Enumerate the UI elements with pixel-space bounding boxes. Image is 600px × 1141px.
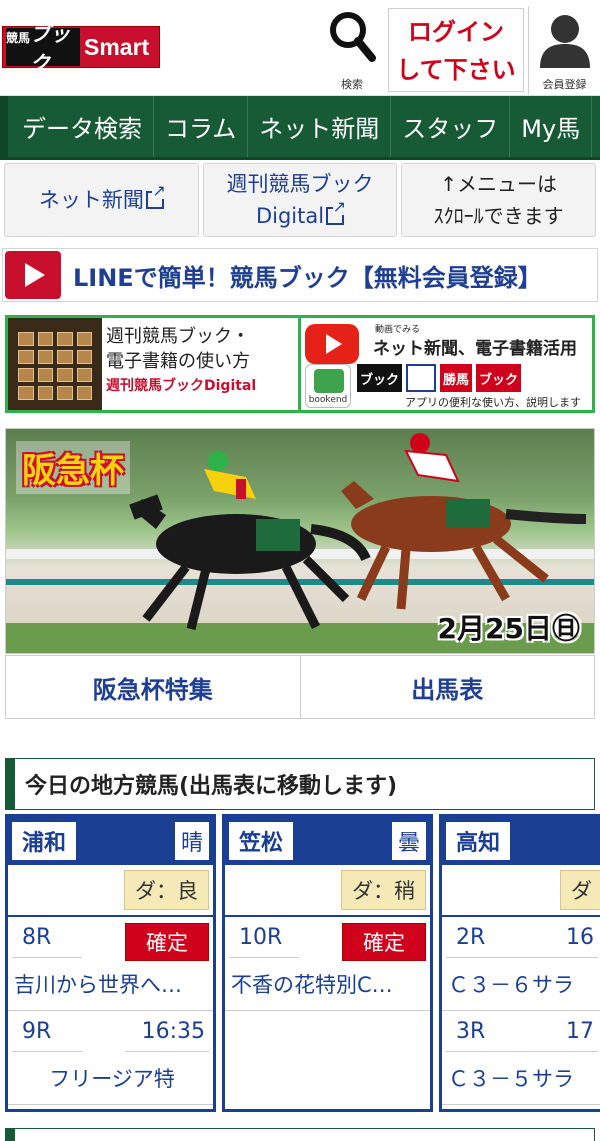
main-nav: データ検索 コラム ネット新聞 スタッフ My馬 bbox=[0, 96, 600, 160]
video-guide-title: ネット新聞、電子書籍活用 bbox=[373, 339, 577, 359]
net-paper-link[interactable]: ネット新聞 bbox=[4, 163, 199, 237]
race-card-link[interactable]: 出馬表 bbox=[300, 656, 594, 718]
weekly-digital-line-1: 週刊競馬ブック bbox=[226, 172, 374, 196]
video-guide-banner[interactable]: 動画でみる ネット新聞、電子書籍活用 bookend ブック 勝馬 ブック アプ… bbox=[301, 315, 595, 413]
ebook-guide-line-1: 週刊競馬ブック・ bbox=[106, 326, 250, 347]
hero-race-title: 阪急杯 bbox=[16, 441, 130, 494]
track-weather: 曇 bbox=[391, 822, 426, 860]
nav-item-staff[interactable]: スタッフ bbox=[391, 96, 511, 157]
race-name: 不香の花特別C… bbox=[231, 973, 393, 997]
race-name: Ｃ３－５サラ bbox=[448, 1067, 574, 1091]
keibabook-smart-logo[interactable]: 競馬 ブック Smart bbox=[2, 22, 160, 75]
menu-note-line-2: ｽｸﾛｰﾙできます bbox=[433, 204, 564, 228]
race-number: 10R bbox=[228, 925, 300, 958]
race-number: 3R bbox=[445, 1019, 517, 1052]
race-number: 8R bbox=[11, 925, 83, 958]
user-icon bbox=[539, 15, 590, 68]
ebook-guide-banner[interactable]: 週刊競馬ブック・ 電子書籍の使い方 週刊競馬ブックDigital bbox=[5, 315, 301, 413]
local-racing-heading: 今日の地方競馬(出馬表に移動します) bbox=[5, 758, 595, 810]
hankyu-hai-special-link[interactable]: 阪急杯特集 bbox=[6, 656, 301, 718]
race-row[interactable]: 8R 確定 吉川から世界へ… bbox=[8, 917, 213, 1011]
track-condition: ダ bbox=[560, 870, 600, 910]
track-card-kochi[interactable]: 高知 ダ 2R 16 Ｃ３－６サラ 3R 17 Ｃ３－５サラ bbox=[439, 814, 600, 1112]
login-button[interactable]: ログイン して下さい bbox=[388, 8, 524, 92]
track-name: 高知 bbox=[446, 822, 511, 860]
race-name: 吉川から世界へ… bbox=[14, 973, 182, 997]
race-row[interactable]: 2R 16 Ｃ３－６サラ bbox=[442, 917, 600, 1011]
track-condition: ダ：稍 bbox=[341, 870, 426, 910]
nav-item-data-search[interactable]: データ検索 bbox=[0, 96, 154, 157]
net-paper-link-label: ネット新聞 bbox=[38, 188, 144, 212]
search-icon bbox=[330, 12, 376, 62]
track-header: 笠松 曇 bbox=[225, 817, 430, 865]
hankyu-hai-hero-image[interactable]: 阪急杯 2月25日㊐ bbox=[5, 428, 595, 654]
track-header: 浦和 晴 bbox=[8, 817, 213, 865]
quick-links: ネット新聞 週刊競馬ブック Digital ↑メニューは ｽｸﾛｰﾙできます bbox=[0, 163, 600, 237]
search-label: 検索 bbox=[341, 78, 363, 91]
track-weather: 晴 bbox=[174, 822, 209, 860]
track-condition-row: ダ：良 bbox=[8, 865, 213, 917]
bookend-app-icon: bookend bbox=[305, 364, 351, 408]
race-name: Ｃ３－６サラ bbox=[448, 973, 574, 997]
hero-race-date: 2月25日㊐ bbox=[437, 612, 580, 645]
ebook-guide-line-2: 電子書籍の使い方 bbox=[106, 351, 250, 372]
race-row[interactable]: 3R 17 Ｃ３－５サラ bbox=[442, 1011, 600, 1105]
track-condition: ダ：良 bbox=[124, 870, 209, 910]
app-logos: ブック 勝馬 ブック bbox=[357, 364, 522, 392]
track-condition-row: ダ bbox=[442, 865, 600, 917]
race-row[interactable]: 9R 16:35 フリージア特 bbox=[8, 1011, 213, 1105]
race-time: 17 bbox=[514, 1019, 598, 1052]
nav-item-my-horse[interactable]: My馬 bbox=[510, 96, 593, 157]
weekly-digital-link[interactable]: 週刊競馬ブック Digital bbox=[202, 163, 398, 237]
nav-item-column[interactable]: コラム bbox=[154, 96, 249, 157]
race-row[interactable]: 10R 確定 不香の花特別C… bbox=[225, 917, 430, 1011]
member-register-button[interactable]: 会員登録 bbox=[528, 6, 600, 94]
external-link-icon bbox=[145, 183, 166, 209]
track-header: 高知 bbox=[442, 817, 600, 865]
race-time: 16:35 bbox=[124, 1019, 210, 1052]
external-link-icon bbox=[326, 199, 347, 225]
net-paper-link-row: ネット新聞 bbox=[38, 183, 166, 216]
track-card-kasamatsu[interactable]: 笠松 曇 ダ：稍 10R 確定 不香の花特別C… bbox=[222, 814, 433, 1112]
track-name: 浦和 bbox=[12, 822, 77, 860]
app-logo-book: ブック bbox=[357, 364, 403, 392]
ebook-guide-text: 週刊競馬ブック・ 電子書籍の使い方 週刊競馬ブックDigital bbox=[106, 318, 298, 410]
logo-mark: 競馬 bbox=[6, 28, 30, 66]
app-logo-book-red: ブック bbox=[476, 364, 522, 392]
app-logo-blue bbox=[406, 364, 437, 392]
next-section-heading bbox=[5, 1128, 595, 1141]
menu-scroll-note: ↑メニューは ｽｸﾛｰﾙできます bbox=[401, 163, 597, 237]
local-tracks: 浦和 晴 ダ：良 8R 確定 吉川から世界へ… 9R 16:35 フリージア特 … bbox=[5, 814, 600, 1112]
weekly-digital-line-2: Digital bbox=[255, 204, 325, 228]
race-name: フリージア特 bbox=[49, 1067, 175, 1091]
header: 競馬 ブック Smart 検索 ログイン して下さい 会員登録 bbox=[0, 0, 600, 96]
logo-smart-text: Smart bbox=[84, 33, 150, 60]
login-line-1: ログイン bbox=[408, 18, 504, 46]
ebook-guide-line-3: 週刊競馬ブックDigital bbox=[106, 378, 257, 394]
race-number: 9R bbox=[11, 1019, 83, 1052]
race-status-badge: 確定 bbox=[125, 923, 209, 961]
race-status-badge: 確定 bbox=[342, 923, 426, 961]
track-card-urawa[interactable]: 浦和 晴 ダ：良 8R 確定 吉川から世界へ… 9R 16:35 フリージア特 bbox=[5, 814, 216, 1112]
promo-banners: 週刊競馬ブック・ 電子書籍の使い方 週刊競馬ブックDigital 動画でみる ネ… bbox=[5, 315, 595, 413]
login-line-2: して下さい bbox=[396, 56, 516, 84]
youtube-icon bbox=[305, 324, 359, 364]
play-icon bbox=[5, 251, 61, 299]
race-feature-links: 阪急杯特集 出馬表 bbox=[5, 655, 595, 719]
video-guide-footer: アプリの便利な使い方、説明します bbox=[405, 396, 581, 409]
line-banner-text: LINEで簡単！競馬ブック【無料会員登録】 bbox=[73, 263, 542, 292]
nav-item-net-paper[interactable]: ネット新聞 bbox=[248, 96, 392, 157]
search-button[interactable]: 検索 bbox=[322, 6, 382, 94]
track-name: 笠松 bbox=[229, 822, 294, 860]
track-condition-row: ダ：稍 bbox=[225, 865, 430, 917]
race-time: 16 bbox=[514, 925, 598, 958]
member-register-label: 会員登録 bbox=[542, 78, 587, 91]
line-register-banner[interactable]: LINEで簡単！競馬ブック【無料会員登録】 bbox=[2, 248, 598, 302]
race-number: 2R bbox=[445, 925, 517, 958]
phone-screenshot-image bbox=[8, 318, 102, 410]
menu-note-line-1: ↑メニューは bbox=[440, 172, 558, 196]
weekly-digital-row: Digital bbox=[255, 199, 347, 232]
logo-book: ブック bbox=[30, 22, 80, 75]
app-logo-kachiuma: 勝馬 bbox=[440, 364, 473, 392]
